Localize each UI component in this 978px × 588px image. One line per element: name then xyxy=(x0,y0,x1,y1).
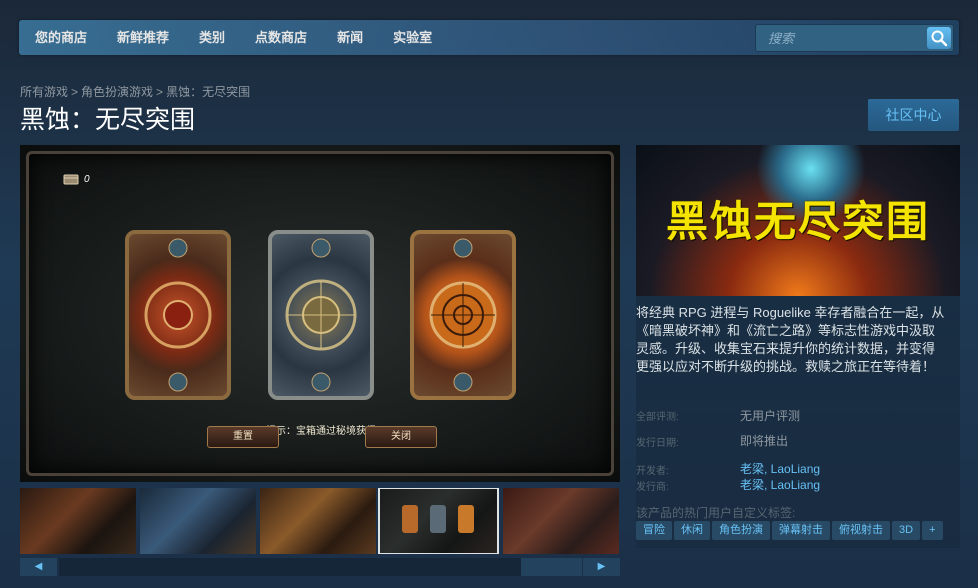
search-input[interactable] xyxy=(756,25,928,51)
store-nav-bar: 您的商店 新鲜推荐 类别 点数商店 新闻 实验室 xyxy=(19,20,959,55)
community-hub-button[interactable]: 社区中心 xyxy=(868,99,959,131)
screenshot-thumbnail-selected[interactable] xyxy=(378,488,499,554)
thumbnail-scrollbar: ◀ ▶ xyxy=(20,558,620,576)
card-orange-target xyxy=(410,230,516,400)
screenshot-thumbnail[interactable] xyxy=(260,488,376,554)
developer-link[interactable]: 老梁, LaoLiang xyxy=(740,460,820,477)
screenshot-thumbnail-strip xyxy=(20,488,620,554)
page-title: 黑蚀：无尽突围 xyxy=(20,106,196,134)
card-target-emblem-icon xyxy=(429,238,497,392)
tag-3d[interactable]: 3D xyxy=(892,521,921,540)
reviews-label: 全部评测: xyxy=(636,412,679,423)
tag-top-down-shooter[interactable]: 俯视射击 xyxy=(832,521,890,540)
screenshot-thumbnail[interactable] xyxy=(140,488,256,554)
tag-more-button[interactable]: + xyxy=(922,521,943,540)
developer-label: 开发者: xyxy=(636,466,669,477)
publisher-label: 发行商: xyxy=(636,482,669,493)
tag-casual[interactable]: 休闲 xyxy=(674,521,710,540)
nav-new-noteworthy[interactable]: 新鲜推荐 xyxy=(102,20,184,55)
publisher-link[interactable]: 老梁, LaoLiang xyxy=(740,476,820,493)
card-red-gem xyxy=(125,230,231,400)
scroll-track[interactable] xyxy=(59,558,582,576)
scroll-left-button[interactable]: ◀ xyxy=(20,558,57,576)
nav-news[interactable]: 新闻 xyxy=(322,20,378,55)
scroll-thumb[interactable] xyxy=(521,558,582,576)
release-date-label: 发行日期: xyxy=(636,438,679,449)
breadcrumb-rpg[interactable]: 角色扮演游戏 xyxy=(81,85,153,99)
game-info-panel: 将经典 RPG 进程与 Roguelike 幸存者融合在一起，从《暗黑破坏神》和… xyxy=(636,296,960,548)
thumbnail-card-icon xyxy=(430,505,446,533)
tag-rpg[interactable]: 角色扮演 xyxy=(712,521,770,540)
nav-your-store[interactable]: 您的商店 xyxy=(19,20,102,55)
arrow-left-icon: ◀ xyxy=(34,561,43,572)
tag-list: 冒险 休闲 角色扮演 弹幕射击 俯视射击 3D + xyxy=(636,521,943,540)
screenshot-thumbnail[interactable] xyxy=(503,488,619,554)
tag-bullet-hell[interactable]: 弹幕射击 xyxy=(772,521,830,540)
release-date-value: 即将推出 xyxy=(740,434,789,448)
card-blue-compass xyxy=(268,230,374,400)
tag-adventure[interactable]: 冒险 xyxy=(636,521,672,540)
thumbnail-card-icon xyxy=(402,505,418,533)
card-compass-emblem-icon xyxy=(285,238,357,392)
search-icon xyxy=(931,30,948,47)
reviews-value: 无用户评测 xyxy=(740,409,801,423)
nav-labs[interactable]: 实验室 xyxy=(378,20,447,55)
capsule-logo-text: 黑蚀无尽突围 xyxy=(665,197,930,246)
close-button[interactable]: 关闭 xyxy=(365,426,437,448)
tags-label: 该产品的热门用户自定义标签: xyxy=(636,506,796,520)
search-box xyxy=(755,24,954,52)
chest-hint-text: 提示：宝箱通过秘境获得 xyxy=(266,426,376,437)
store-nav-items: 您的商店 新鲜推荐 类别 点数商店 新闻 实验室 xyxy=(19,20,447,55)
breadcrumb-separator: > xyxy=(71,85,79,99)
nav-categories[interactable]: 类别 xyxy=(184,20,240,55)
game-capsule-image: 黑蚀无尽突围 xyxy=(636,145,960,296)
coin-count: 0 xyxy=(84,174,90,185)
breadcrumb-all-games[interactable]: 所有游戏 xyxy=(20,85,68,99)
coin-icon xyxy=(63,174,79,185)
arrow-right-icon: ▶ xyxy=(597,561,606,572)
main-screenshot[interactable]: 0 提示：宝箱通过秘境获得 重置 关闭 xyxy=(20,145,620,482)
thumbnail-card-icon xyxy=(458,505,474,533)
breadcrumb-separator: > xyxy=(156,85,164,99)
search-button[interactable] xyxy=(927,27,951,49)
breadcrumb: 所有游戏 > 角色扮演游戏 > 黑蚀：无尽突围 xyxy=(20,83,250,100)
nav-points-shop[interactable]: 点数商店 xyxy=(240,20,322,55)
screenshot-thumbnail[interactable] xyxy=(20,488,136,554)
card-red-emblem-icon xyxy=(144,238,212,392)
game-description: 将经典 RPG 进程与 Roguelike 幸存者融合在一起，从《暗黑破坏神》和… xyxy=(636,305,945,374)
breadcrumb-current-game[interactable]: 黑蚀：无尽突围 xyxy=(166,85,250,99)
scroll-right-button[interactable]: ▶ xyxy=(583,558,620,576)
reset-button[interactable]: 重置 xyxy=(207,426,279,448)
